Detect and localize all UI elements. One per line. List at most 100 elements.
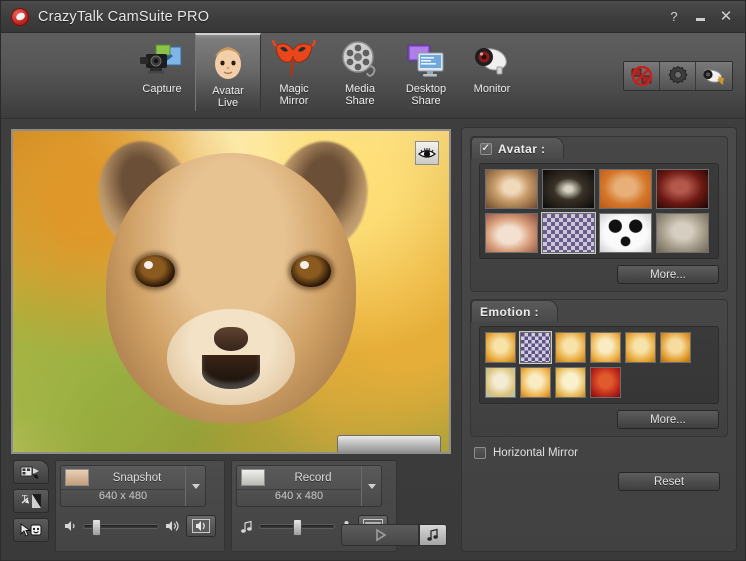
application-window: CrazyTalk CamSuite PRO ? ✕ Capture Avata… <box>0 0 746 561</box>
chevron-down-icon <box>367 483 376 489</box>
record-thumb-icon <box>241 469 265 486</box>
left-pane: T Snapshot 640 x 480 Record 640 x 480 <box>9 127 453 552</box>
snapshot-label: Snapshot <box>112 471 162 484</box>
webcam-setup-button[interactable] <box>696 62 732 90</box>
webcam-setup-icon <box>703 69 725 85</box>
camcorder-icon <box>140 37 184 83</box>
close-button[interactable]: ✕ <box>713 5 739 27</box>
microphone-volume-knob[interactable] <box>293 518 302 536</box>
emotion-thumb-emotion-kiss[interactable] <box>590 332 621 363</box>
preview-eye-button[interactable] <box>415 141 439 165</box>
emotion-panel: Emotion : More... <box>470 299 728 437</box>
emotion-thumb-emotion-sleepy[interactable] <box>555 332 586 363</box>
speaker-high-icon <box>166 521 179 531</box>
toolbar-item-desktop-share[interactable]: Desktop Share <box>393 33 459 109</box>
snapshot-main[interactable]: Snapshot 640 x 480 <box>61 466 185 506</box>
toolbar-item-capture[interactable]: Capture <box>129 33 195 97</box>
avatar-thumb-avatar-stone-king[interactable] <box>656 213 709 253</box>
avatar-thumb-avatar-doll[interactable] <box>485 213 538 253</box>
play-arrow-icon <box>376 528 387 542</box>
avatar-thumb-avatar-dark-knight[interactable] <box>542 169 595 209</box>
baby-face-icon <box>208 39 248 85</box>
record-dropdown-button[interactable] <box>361 466 381 506</box>
record-main[interactable]: Record 640 x 480 <box>237 466 361 506</box>
monitor-share-icon <box>404 37 448 83</box>
snapshot-thumb-icon <box>65 469 89 486</box>
video-source-icon <box>20 466 39 479</box>
snapshot-group: Snapshot 640 x 480 <box>55 460 225 552</box>
reset-row: Reset <box>470 466 728 491</box>
playback-controls <box>341 524 447 546</box>
snapshot-button[interactable]: Snapshot 640 x 480 <box>60 465 206 507</box>
eye-icon <box>418 147 436 158</box>
title-bar: CrazyTalk CamSuite PRO ? ✕ <box>1 1 745 33</box>
emotion-thumb-emotion-cry[interactable] <box>485 367 516 398</box>
reset-button[interactable]: Reset <box>618 472 720 491</box>
music-button[interactable] <box>419 524 447 546</box>
emoticon-tool-button[interactable] <box>13 518 49 542</box>
video-source-button[interactable] <box>13 460 49 484</box>
avatar-thumb-avatar-boy[interactable] <box>485 169 538 209</box>
avatar-more-button[interactable]: More... <box>617 265 719 284</box>
avatar-thumb-avatar-orange-man[interactable] <box>599 169 652 209</box>
toolbar-label-capture: Capture <box>142 83 182 95</box>
speaker-volume-slider[interactable] <box>83 518 159 536</box>
webcam-icon <box>471 37 513 83</box>
music-note-icon <box>427 528 438 541</box>
emotion-thumb-emotion-smile[interactable] <box>520 367 551 398</box>
minimize-icon <box>695 17 705 21</box>
speaker-volume-row <box>60 513 220 539</box>
emotion-thumb-emotion-devil[interactable] <box>590 367 621 398</box>
text-effect-button[interactable]: T <box>13 489 49 513</box>
toolbar-label-monitor: Monitor <box>473 83 511 95</box>
emotion-thumb-emotion-mad[interactable] <box>660 332 691 363</box>
emotion-thumbnails <box>485 331 713 398</box>
avatar-thumb-avatar-purple-none[interactable] <box>541 212 596 254</box>
video-preview[interactable] <box>11 129 451 454</box>
disable-call-button[interactable] <box>624 62 660 90</box>
horizontal-mirror-checkbox[interactable] <box>474 447 486 459</box>
window-controls: ? ✕ <box>661 5 739 27</box>
microphone-volume-slider[interactable] <box>259 518 335 536</box>
bottom-controls: T Snapshot 640 x 480 Record 640 x 480 <box>9 456 453 552</box>
snapshot-resolution: 640 x 480 <box>61 489 185 506</box>
play-button[interactable] <box>341 524 419 546</box>
toolbar-item-monitor[interactable]: Monitor <box>459 33 525 97</box>
toolbar-label-media-share: Media Share <box>345 83 375 107</box>
avatar-thumbnails <box>485 169 713 254</box>
toolbar-item-avatar-live[interactable]: Avatar Live <box>195 33 261 111</box>
right-pane: ✓ Avatar : More... Emotion: More... Hor… <box>461 127 737 552</box>
gear-icon <box>667 65 688 84</box>
emotion-thumb-emotion-whistle[interactable] <box>625 332 656 363</box>
toolbar-item-magic-mirror[interactable]: Magic Mirror <box>261 33 327 109</box>
speaker-mute-toggle-button[interactable] <box>186 515 216 537</box>
main-toolbar: Capture Avatar Live Magic Mirror Media S… <box>1 33 745 119</box>
horizontal-mirror-label: Horizontal Mirror <box>493 447 578 459</box>
speaker-low-icon <box>65 521 75 531</box>
avatar-panel-title: Avatar : <box>498 141 546 156</box>
record-button[interactable]: Record 640 x 480 <box>236 465 382 507</box>
avatar-thumb-avatar-panda[interactable] <box>599 213 652 253</box>
emotion-thumb-emotion-angry[interactable] <box>485 332 516 363</box>
avatar-more-row: More... <box>471 259 727 284</box>
avatar-enable-checkbox[interactable]: ✓ <box>480 142 492 155</box>
content-area: T Snapshot 640 x 480 Record 640 x 480 ✓ … <box>1 119 745 560</box>
speaker-volume-knob[interactable] <box>92 518 101 536</box>
snapshot-dropdown-button[interactable] <box>185 466 205 506</box>
minimize-button[interactable] <box>687 5 713 27</box>
emotion-thumb-emotion-none[interactable] <box>519 331 552 364</box>
help-button[interactable]: ? <box>661 5 687 27</box>
record-label: Record <box>294 471 332 484</box>
emotion-more-button[interactable]: More... <box>617 410 719 429</box>
emotion-more-row: More... <box>471 404 727 429</box>
emotion-thumbnail-well <box>479 326 719 404</box>
toolbar-label-magic-mirror: Magic Mirror <box>279 83 309 107</box>
crazytalk-logo-icon <box>11 7 29 26</box>
toolbar-item-media-share[interactable]: Media Share <box>327 33 393 109</box>
settings-button[interactable] <box>660 62 696 90</box>
carnival-mask-icon <box>272 37 316 83</box>
preview-tab-handle[interactable] <box>337 435 441 452</box>
avatar-thumb-avatar-red-warrior[interactable] <box>656 169 709 209</box>
emotion-thumb-emotion-laugh[interactable] <box>555 367 586 398</box>
close-icon: ✕ <box>719 7 733 25</box>
